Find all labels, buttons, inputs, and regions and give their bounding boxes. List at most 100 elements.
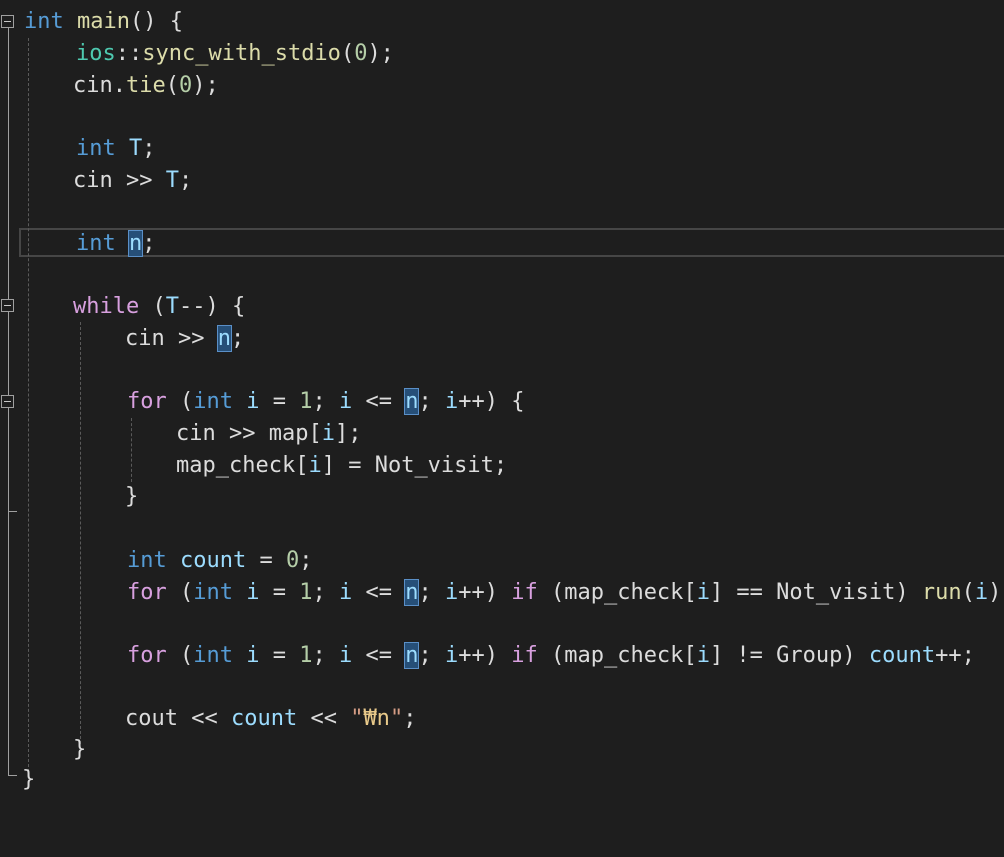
punctuation: ;: [230, 326, 245, 351]
punctuation: ;: [418, 643, 445, 668]
keyword: for: [127, 580, 167, 605]
keyword: int: [127, 548, 167, 573]
variable-highlighted: n: [404, 579, 420, 606]
variable: count: [180, 548, 247, 573]
keyword: while: [73, 294, 140, 319]
indent-guide: [80, 322, 81, 744]
punctuation: [: [683, 580, 697, 605]
punctuation: (: [537, 580, 565, 605]
variable-highlighted: n: [404, 388, 420, 415]
punctuation: (: [166, 389, 194, 414]
punctuation: ;: [418, 389, 445, 414]
indent-guide: [131, 418, 132, 482]
code-editor[interactable]: int main() { ios::sync_with_stdio(0); ci…: [0, 0, 1004, 795]
code-line[interactable]: for (int i = 1; i <= n; i++) if (map_che…: [0, 577, 1004, 608]
code-line[interactable]: cin.tie(0);: [0, 70, 219, 101]
punctuation: ): [842, 643, 869, 668]
keyword: int: [24, 9, 64, 34]
operator: <=: [352, 580, 406, 605]
punctuation: ;: [312, 389, 339, 414]
punctuation: ::: [115, 41, 143, 66]
variable: T: [129, 136, 143, 161]
function-name: main: [77, 9, 130, 34]
identifier: cin: [73, 73, 113, 98]
punctuation: [: [295, 453, 309, 478]
code-line[interactable]: for (int i = 1; i <= n; i++) if (map_che…: [0, 640, 975, 671]
code-line[interactable]: int main() {: [0, 6, 183, 37]
code-line[interactable]: while (T--) {: [0, 291, 245, 322]
code-line[interactable]: ios::sync_with_stdio(0);: [0, 38, 394, 69]
keyword: int: [76, 136, 116, 161]
identifier: Group: [776, 643, 843, 668]
punctuation: );: [988, 580, 1004, 605]
operator: <<: [297, 706, 351, 731]
code-line[interactable]: }: [0, 481, 138, 512]
keyword: int: [193, 643, 233, 668]
operator: >>: [164, 326, 218, 351]
punctuation: [: [683, 643, 697, 668]
punctuation: (: [139, 294, 166, 319]
variable: i: [444, 389, 459, 414]
punctuation: (: [340, 41, 355, 66]
punctuation: () {: [129, 9, 183, 34]
code-line[interactable]: cin >> map[i];: [0, 418, 361, 449]
keyword: int: [193, 580, 233, 605]
punctuation: ;: [178, 168, 193, 193]
variable: i: [444, 643, 459, 668]
function-name: tie: [126, 73, 166, 98]
brace: }: [73, 737, 87, 762]
keyword: if: [511, 643, 538, 668]
variable: i: [246, 580, 260, 605]
variable: count: [868, 643, 936, 668]
number-literal: 0: [179, 73, 193, 98]
punctuation: );: [367, 41, 394, 66]
code-line[interactable]: int T;: [0, 133, 156, 164]
code-line[interactable]: }: [0, 734, 86, 765]
variable: i: [444, 580, 459, 605]
punctuation: ++): [458, 643, 512, 668]
operator: <<: [177, 706, 231, 731]
punctuation: [: [308, 421, 322, 446]
code-line[interactable]: cout << count << "₩n";: [0, 703, 416, 734]
punctuation: ;: [493, 453, 508, 478]
string-literal: ": [350, 706, 364, 731]
code-line[interactable]: cin >> T;: [0, 165, 192, 196]
punctuation: (: [961, 580, 975, 605]
code-line[interactable]: }: [0, 764, 53, 795]
punctuation: );: [192, 73, 219, 98]
brace: }: [125, 484, 139, 509]
operator: <=: [352, 389, 406, 414]
code-line[interactable]: int count = 0;: [0, 545, 312, 576]
punctuation: (: [166, 643, 194, 668]
function-name: sync_with_stdio: [142, 41, 341, 66]
number-literal: 1: [299, 643, 313, 668]
operator: =: [259, 643, 300, 668]
number-literal: 1: [299, 580, 313, 605]
code-line[interactable]: map_check[i] = Not_visit;: [0, 450, 507, 481]
variable-highlighted: n: [216, 325, 233, 352]
variable: i: [696, 643, 710, 668]
punctuation: .: [112, 73, 126, 98]
variable-highlighted: n: [404, 642, 420, 669]
code-line[interactable]: int n;: [0, 228, 156, 259]
punctuation: ++): [458, 580, 512, 605]
variable: i: [246, 389, 260, 414]
identifier: cout: [125, 706, 178, 731]
variable: i: [974, 580, 989, 605]
operator: =: [246, 548, 286, 573]
variable: i: [339, 580, 353, 605]
current-line-highlight: [19, 228, 1004, 257]
variable: i: [696, 580, 710, 605]
code-line[interactable]: cin >> n;: [0, 323, 244, 354]
punctuation: ;: [312, 580, 339, 605]
operator: =: [259, 580, 300, 605]
identifier: cin: [73, 168, 113, 193]
operator: ] =: [321, 453, 375, 478]
punctuation: ;: [403, 706, 417, 731]
keyword: for: [127, 389, 167, 414]
function-name: run: [921, 580, 962, 605]
code-line[interactable]: for (int i = 1; i <= n; i++) {: [0, 386, 524, 417]
punctuation: ;: [418, 580, 445, 605]
operator: =: [259, 389, 300, 414]
operator: >>: [112, 168, 166, 193]
